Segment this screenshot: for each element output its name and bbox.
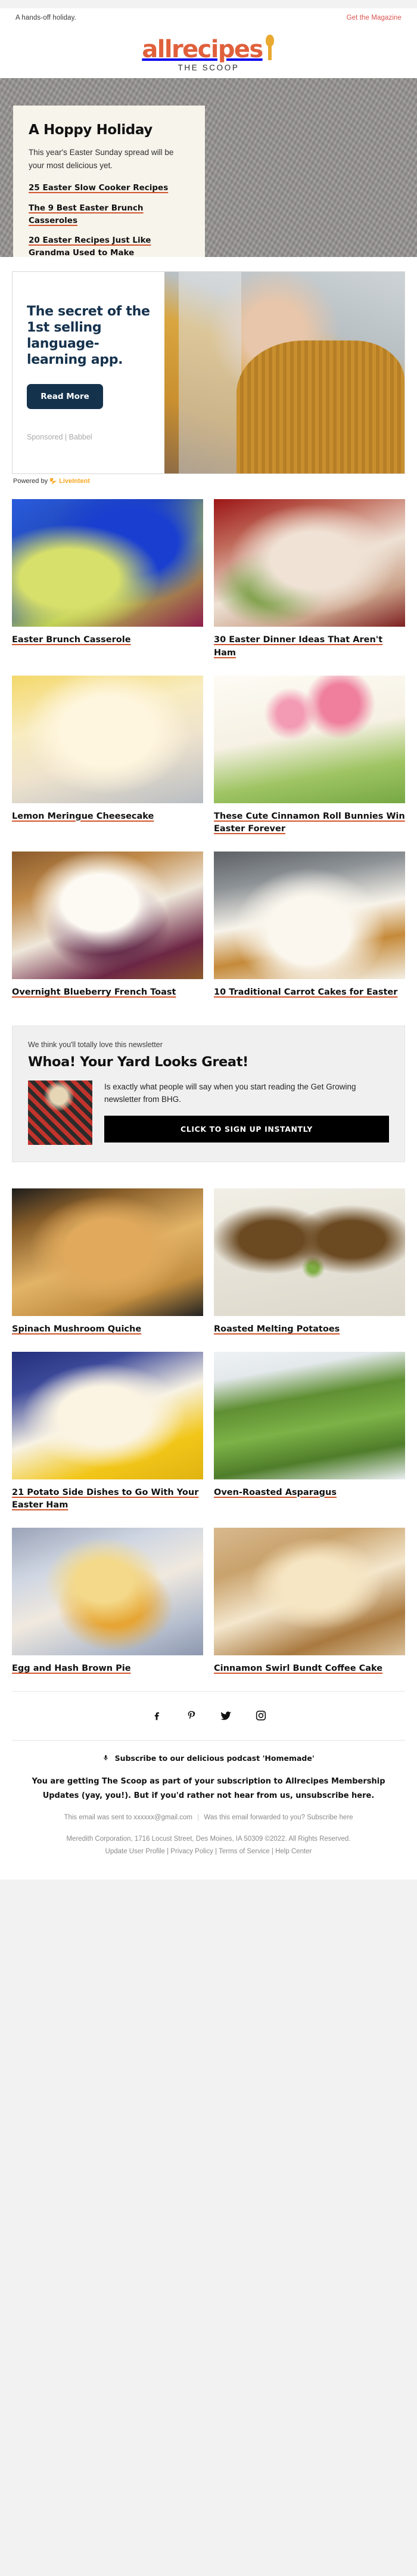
recipe-title-link[interactable]: 21 Potato Side Dishes to Go With Your Ea… <box>12 1488 198 1510</box>
recipe-image[interactable] <box>12 1351 203 1479</box>
page-bottom-spacer <box>0 1880 417 1888</box>
recipe-card[interactable]: Egg and Hash Brown Pie <box>12 1528 203 1691</box>
get-the-magazine-link[interactable]: Get the Magazine <box>347 14 402 21</box>
social-links <box>0 1692 417 1740</box>
promo-right: Is exactly what people will say when you… <box>104 1080 389 1143</box>
copyright-text: Meredith Corporation, 1716 Locust Street… <box>66 1835 351 1843</box>
ad-sponsor-label: Sponsored | Babbel <box>27 432 92 441</box>
allrecipes-logo[interactable]: allrecipes <box>142 35 275 61</box>
email-page: A hands-off holiday. Get the Magazine al… <box>0 0 417 1880</box>
recipe-image[interactable] <box>214 675 405 803</box>
preheader-teaser: A hands-off holiday. <box>15 14 76 21</box>
hero-subtitle: This year's Easter Sunday spread will be… <box>29 148 174 170</box>
newsletter-promo: We think you'll totally love this newsle… <box>12 1025 405 1162</box>
recipe-card[interactable]: 10 Traditional Carrot Cakes for Easter <box>214 852 405 1015</box>
email-sent-line: This email was sent to xxxxxx@gmail.com … <box>0 1803 417 1821</box>
footer-separator: | <box>197 1813 200 1821</box>
powered-by-liveintent: Powered by LiveIntent <box>13 478 404 485</box>
recipe-image[interactable] <box>214 499 405 627</box>
recipe-image[interactable] <box>12 1528 203 1655</box>
newsletter-tagline: THE SCOOP <box>178 63 239 72</box>
hero-card: A Hoppy Holiday This year's Easter Sunda… <box>13 106 205 257</box>
update-user-profile-link[interactable]: Update User Profile <box>105 1848 165 1855</box>
hero-title: A Hoppy Holiday <box>29 122 153 138</box>
recipe-grid-top: Easter Brunch Casserole 30 Easter Dinner… <box>0 488 417 1015</box>
recipe-title-link[interactable]: Roasted Melting Potatoes <box>214 1324 340 1334</box>
recipe-title-link[interactable]: 10 Traditional Carrot Cakes for Easter <box>214 987 397 997</box>
recipe-title-link[interactable]: Lemon Meringue Cheesecake <box>12 812 154 821</box>
ad-content: The secret of the 1st selling language-l… <box>13 272 164 473</box>
advertisement-zone: The secret of the 1st selling language-l… <box>0 257 417 488</box>
promo-image <box>28 1080 92 1145</box>
preheader: A hands-off holiday. Get the Magazine <box>0 8 417 26</box>
hero-link-1[interactable]: 25 Easter Slow Cooker Recipes <box>29 182 189 194</box>
recipe-card[interactable]: Roasted Melting Potatoes <box>214 1188 405 1352</box>
subscription-note: You are getting The Scoop as part of you… <box>32 1776 385 1800</box>
recipe-title-link[interactable]: Spinach Mushroom Quiche <box>12 1324 141 1334</box>
recipe-image[interactable] <box>214 1351 405 1479</box>
recipe-title-link[interactable]: 30 Easter Dinner Ideas That Aren't Ham <box>214 635 382 658</box>
hero-section: A Hoppy Holiday This year's Easter Sunda… <box>0 78 417 257</box>
recipe-image[interactable] <box>12 499 203 627</box>
recipe-title-link[interactable]: Overnight Blueberry French Toast <box>12 987 176 997</box>
recipe-title-link[interactable]: Cinnamon Swirl Bundt Coffee Cake <box>214 1664 382 1673</box>
logo-wordmark: allrecipes <box>142 36 263 63</box>
footer: Subscribe to our delicious podcast 'Home… <box>0 1690 417 1880</box>
privacy-policy-link[interactable]: Privacy Policy <box>170 1848 213 1855</box>
recipe-image[interactable] <box>12 675 203 803</box>
recipe-card[interactable]: 21 Potato Side Dishes to Go With Your Ea… <box>12 1351 203 1528</box>
promo-title: Whoa! Your Yard Looks Great! <box>28 1054 248 1070</box>
recipe-image[interactable] <box>12 1188 203 1316</box>
recipe-card[interactable]: Lemon Meringue Cheesecake <box>12 675 203 852</box>
ad-headline: The secret of the 1st selling language-l… <box>27 304 150 367</box>
hero-link-3[interactable]: 20 Easter Recipes Just Like Grandma Used… <box>29 234 189 257</box>
signup-button[interactable]: CLICK TO SIGN UP INSTANTLY <box>104 1115 389 1143</box>
recipe-image[interactable] <box>214 852 405 979</box>
forwarded-subscribe-link[interactable]: Was this email forwarded to you? Subscri… <box>204 1814 353 1821</box>
help-center-link[interactable]: Help Center <box>275 1848 312 1855</box>
ad-image <box>164 272 404 473</box>
spoon-icon <box>264 35 275 61</box>
recipe-card[interactable]: Overnight Blueberry French Toast <box>12 852 203 1015</box>
facebook-icon[interactable] <box>151 1710 163 1722</box>
footer-links: Update User Profile | Privacy Policy | T… <box>105 1848 312 1856</box>
recipe-title-link[interactable]: Oven-Roasted Asparagus <box>214 1488 337 1497</box>
podcast-subscribe[interactable]: Subscribe to our delicious podcast 'Home… <box>0 1741 417 1766</box>
sent-to-text: This email was sent to xxxxxx@gmail.com <box>64 1813 192 1821</box>
liveintent-icon <box>50 478 57 485</box>
recipe-card[interactable]: Spinach Mushroom Quiche <box>12 1188 203 1352</box>
recipe-card[interactable]: Cinnamon Swirl Bundt Coffee Cake <box>214 1528 405 1691</box>
promo-copy: Is exactly what people will say when you… <box>104 1082 356 1104</box>
read-more-button[interactable]: Read More <box>27 383 103 409</box>
recipe-card[interactable]: 30 Easter Dinner Ideas That Aren't Ham <box>214 499 405 676</box>
top-spacer <box>0 0 417 8</box>
promo-body: Is exactly what people will say when you… <box>28 1080 389 1145</box>
podcast-label: Subscribe to our delicious podcast 'Home… <box>114 1753 315 1763</box>
microphone-icon <box>104 1755 108 1760</box>
recipe-card[interactable]: Easter Brunch Casserole <box>12 499 203 676</box>
sponsored-ad[interactable]: The secret of the 1st selling language-l… <box>12 271 405 474</box>
recipe-card[interactable]: Oven-Roasted Asparagus <box>214 1351 405 1528</box>
recipe-card[interactable]: These Cute Cinnamon Roll Bunnies Win Eas… <box>214 675 405 852</box>
newsletter-promo-zone: We think you'll totally love this newsle… <box>0 1014 417 1178</box>
recipe-grid-bottom: Spinach Mushroom Quiche Roasted Melting … <box>0 1177 417 1691</box>
instagram-icon[interactable] <box>255 1710 267 1722</box>
recipe-image[interactable] <box>214 1528 405 1655</box>
powered-by-text: Powered by <box>13 478 48 485</box>
terms-of-service-link[interactable]: Terms of Service <box>219 1848 270 1855</box>
recipe-title-link[interactable]: These Cute Cinnamon Roll Bunnies Win Eas… <box>214 812 405 834</box>
footer-spacer <box>0 1863 417 1880</box>
masthead: allrecipes THE SCOOP <box>0 26 417 78</box>
pinterest-icon[interactable] <box>185 1710 197 1722</box>
hero-link-2[interactable]: The 9 Best Easter Brunch Casseroles <box>29 202 189 227</box>
liveintent-name: LiveIntent <box>59 478 91 485</box>
recipe-image[interactable] <box>12 852 203 979</box>
recipe-image[interactable] <box>214 1188 405 1316</box>
twitter-icon[interactable] <box>220 1710 232 1722</box>
recipe-title-link[interactable]: Egg and Hash Brown Pie <box>12 1664 131 1673</box>
recipe-title-link[interactable]: Easter Brunch Casserole <box>12 635 131 645</box>
promo-kicker: We think you'll totally love this newsle… <box>28 1040 163 1049</box>
legal-block: Meredith Corporation, 1716 Locust Street… <box>0 1821 417 1863</box>
